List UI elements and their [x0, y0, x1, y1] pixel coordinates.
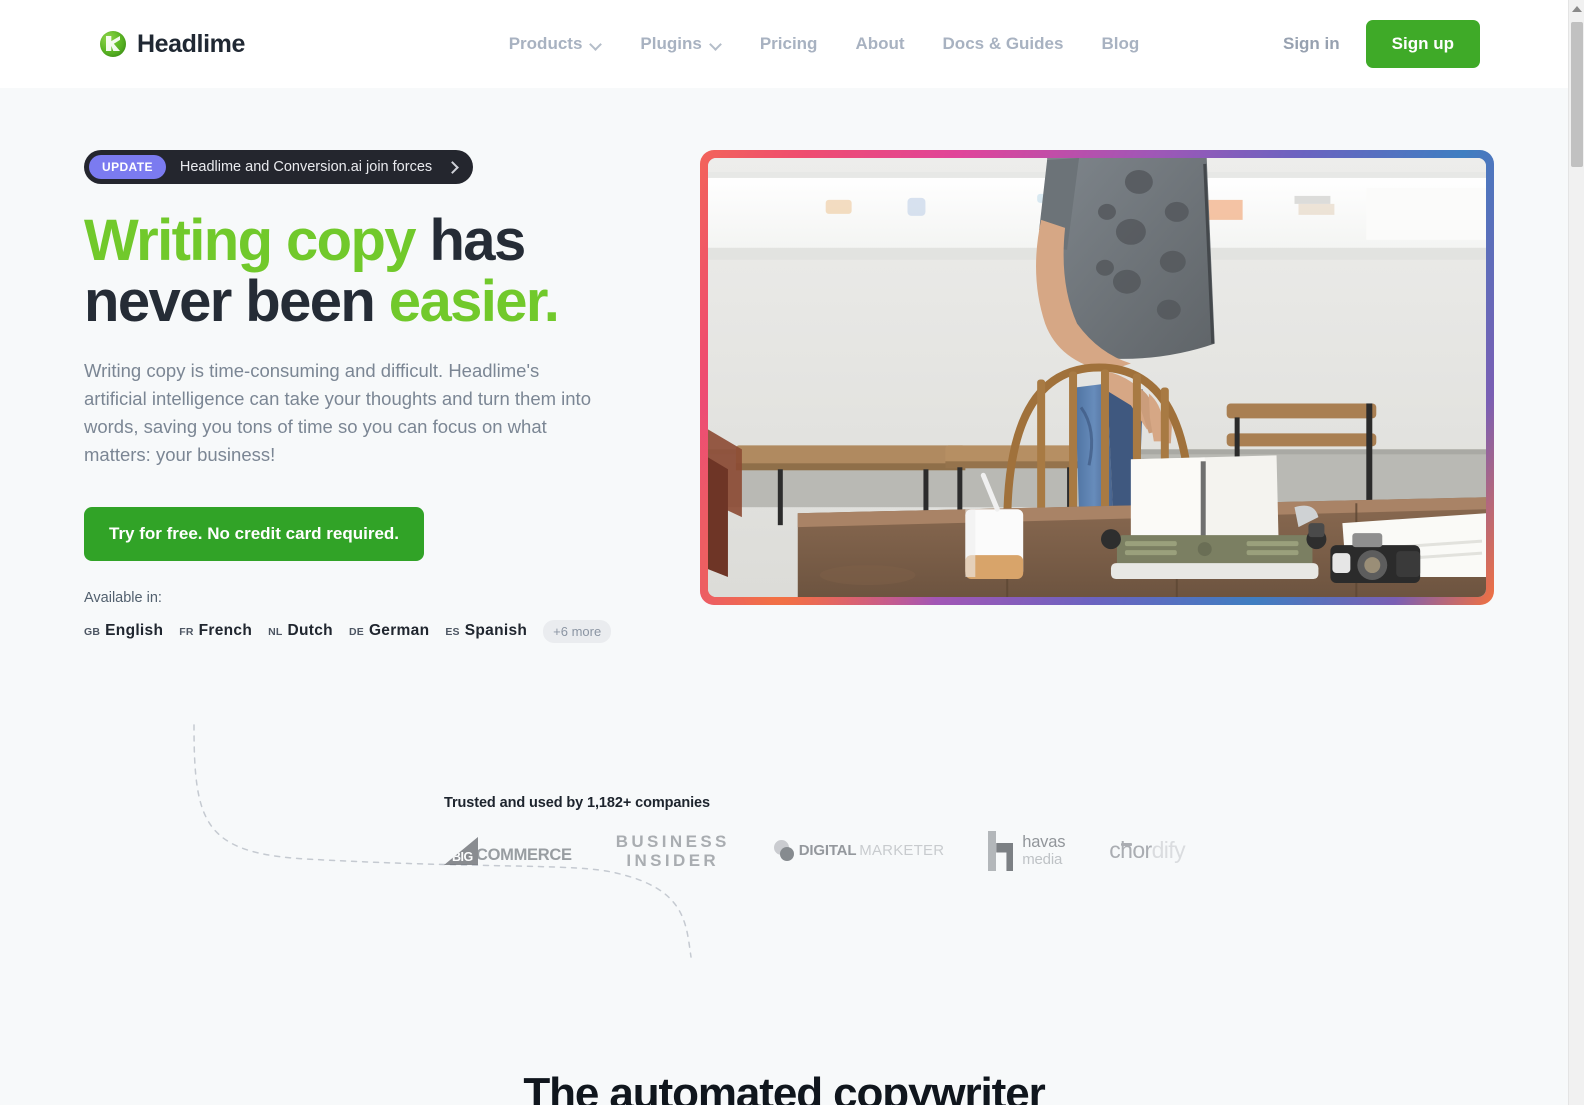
hero-subtitle: Writing copy is time-consuming and diffi…: [84, 359, 591, 465]
chevron-right-icon: [448, 163, 457, 172]
language-item-french[interactable]: FR French: [179, 622, 252, 640]
page-content: Headlime Products Plugins Pricing About: [0, 0, 1568, 1105]
more-languages-pill[interactable]: +6 more: [543, 619, 612, 643]
nav-label-docs-guides: Docs & Guides: [942, 34, 1064, 53]
company-logo-row: BIG COMMERCE BUSINESS INSIDER DIGITAL MA…: [444, 830, 1186, 871]
nav-label-about: About: [855, 34, 905, 53]
language-item-german[interactable]: DE German: [349, 622, 429, 640]
business-insider-wordmark: BUSINESS INSIDER: [616, 832, 730, 870]
browser-viewport: Headlime Products Plugins Pricing About: [0, 0, 1584, 1105]
digitalmarketer-light-text: MARKETER: [859, 842, 945, 860]
language-code: GB: [84, 626, 101, 639]
page-scrollbar[interactable]: [1568, 0, 1584, 1105]
hero-photo-illustration: [708, 158, 1486, 597]
social-proof-section: Trusted and used by 1,182+ companies BIG…: [0, 724, 1568, 981]
havas-media-logo: havas media: [988, 830, 1066, 871]
language-item-dutch[interactable]: NL Dutch: [268, 622, 333, 640]
language-name: Dutch: [287, 622, 333, 640]
havas-h-icon: [988, 830, 1014, 871]
bigcommerce-triangle-icon: BIG: [444, 836, 478, 865]
business-insider-logo: BUSINESS INSIDER: [616, 832, 730, 870]
nav-item-blog[interactable]: Blog: [1101, 34, 1139, 54]
hero-copy: UPDATE Headlime and Conversion.ai join f…: [84, 150, 644, 643]
chevron-down-icon: [591, 39, 602, 50]
headline-part-2: has: [414, 208, 526, 273]
chordify-wordmark: chordify: [1109, 837, 1185, 864]
digitalmarketer-logo: DIGITAL MARKETER: [773, 839, 945, 862]
hero-image-gradient-frame: [700, 150, 1494, 605]
nav-item-about[interactable]: About: [855, 34, 904, 54]
header-actions: Sign in Sign up: [1283, 20, 1480, 68]
language-list: GB English FR French NL Dutch DE German: [84, 619, 644, 643]
nav-label-products: Products: [508, 34, 583, 53]
language-code: ES: [445, 626, 460, 639]
language-code: FR: [179, 626, 194, 639]
headline-part-4: easier.: [388, 269, 560, 335]
closing-line-1: The automated copywriter: [523, 1068, 1045, 1105]
hero-photo: [708, 158, 1486, 597]
nav-item-plugins[interactable]: Plugins: [640, 34, 721, 54]
bigcommerce-mark-text: BIG: [452, 849, 473, 864]
brand-name: Headlime: [137, 29, 245, 58]
closing-headline: The automated copywriter for busy market…: [0, 1067, 1568, 1105]
gear-icon: [773, 839, 796, 862]
update-announcement-banner[interactable]: UPDATE Headlime and Conversion.ai join f…: [84, 150, 474, 184]
chordify-logo: chordify: [1109, 837, 1185, 864]
bigcommerce-logo: BIG COMMERCE: [444, 836, 572, 865]
business-insider-line-1: BUSINESS: [615, 831, 730, 851]
nav-label-plugins: Plugins: [640, 34, 702, 53]
chordify-bold-text: chor: [1109, 837, 1152, 864]
language-name: Spanish: [464, 622, 528, 640]
social-proof-content: Trusted and used by 1,182+ companies BIG…: [444, 794, 1186, 871]
headline-part-1: Writing copy: [84, 208, 417, 273]
try-for-free-button[interactable]: Try for free. No credit card required.: [84, 506, 425, 561]
hero-section: UPDATE Headlime and Conversion.ai join f…: [0, 88, 1568, 643]
nav-item-products[interactable]: Products: [509, 34, 603, 54]
digitalmarketer-bold-text: DIGITAL: [798, 842, 857, 860]
main-navigation: Products Plugins Pricing About Docs & Gu…: [389, 34, 1140, 54]
language-item-english[interactable]: GB English: [84, 622, 163, 640]
sign-in-link[interactable]: Sign in: [1283, 34, 1340, 54]
nav-label-blog: Blog: [1101, 34, 1140, 53]
brand-logo[interactable]: Headlime: [100, 30, 245, 59]
hero-media: [700, 150, 1494, 643]
language-name: German: [368, 622, 430, 640]
nav-item-pricing[interactable]: Pricing: [760, 34, 818, 54]
chordify-light-text: dify: [1151, 837, 1186, 864]
nav-label-pricing: Pricing: [759, 34, 818, 53]
headline-part-3: never been: [84, 269, 389, 335]
bigcommerce-wordmark: COMMERCE: [476, 845, 572, 864]
sign-up-button[interactable]: Sign up: [1365, 20, 1480, 68]
site-header: Headlime Products Plugins Pricing About: [0, 0, 1568, 88]
headlime-leaf-icon: [100, 31, 126, 57]
language-name: English: [105, 622, 164, 640]
update-badge: UPDATE: [89, 155, 166, 179]
available-in-label: Available in:: [84, 589, 162, 606]
scrollbar-thumb[interactable]: [1571, 22, 1583, 167]
nav-item-docs-guides[interactable]: Docs & Guides: [943, 34, 1064, 54]
chordify-crossbar-icon: [1121, 843, 1133, 847]
language-item-spanish[interactable]: ES Spanish: [445, 622, 527, 640]
havas-wordmark: havas media: [1022, 832, 1066, 868]
scroll-up-arrow-icon[interactable]: [1571, 6, 1582, 12]
hero-headline: Writing copy has never been easier.: [84, 210, 644, 333]
language-code: NL: [268, 626, 283, 639]
trusted-companies-label: Trusted and used by 1,182+ companies: [444, 794, 710, 811]
havas-line-2: media: [1022, 850, 1063, 868]
business-insider-line-2: INSIDER: [626, 850, 720, 870]
update-text: Headlime and Conversion.ai join forces: [179, 159, 433, 175]
language-code: DE: [348, 626, 364, 639]
chevron-down-icon: [711, 39, 722, 50]
havas-line-1: havas: [1022, 832, 1066, 851]
language-name: French: [198, 622, 253, 640]
